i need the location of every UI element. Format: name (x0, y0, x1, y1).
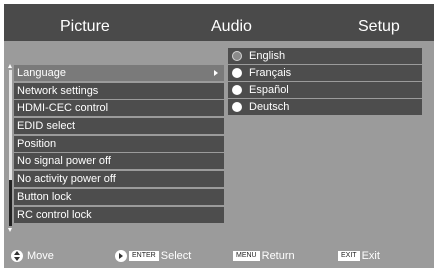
scroll-down-icon[interactable] (8, 228, 12, 232)
menu-item-rc-control-lock[interactable]: RC control lock (14, 206, 224, 223)
exit-hint: EXIT Exit (338, 245, 380, 267)
menu-item-position[interactable]: Position (14, 135, 224, 152)
menu-item-no-signal-power-off[interactable]: No signal power off (14, 153, 224, 170)
enter-icon (115, 250, 127, 263)
menu-item-button-lock[interactable]: Button lock (14, 188, 224, 205)
enter-key-icon: ENTER (129, 251, 159, 262)
radio-icon (232, 85, 242, 95)
tab-picture[interactable]: Picture (60, 17, 110, 37)
menu-item-label: Position (17, 137, 57, 150)
menu-item-label: No activity power off (17, 173, 116, 186)
top-menu-bar: Picture Audio Setup (4, 4, 434, 41)
language-label: Deutsch (249, 101, 290, 113)
menu-item-label: HDMI-CEC control (17, 102, 109, 115)
scroll-thumb[interactable] (9, 180, 12, 226)
language-label: English (249, 50, 286, 62)
move-label: Move (27, 250, 54, 263)
menu-item-label: RC control lock (17, 208, 92, 221)
language-option-francais[interactable]: Français (228, 65, 422, 81)
tab-setup[interactable]: Setup (358, 17, 400, 37)
setup-menu: Language Network settings HDMI-CEC contr… (14, 65, 224, 224)
menu-item-label: Network settings (17, 84, 99, 97)
return-label: Return (261, 250, 295, 263)
tab-audio[interactable]: Audio (211, 17, 252, 37)
navigation-arrows-icon (11, 250, 23, 263)
menu-item-hdmi-cec-control[interactable]: HDMI-CEC control (14, 100, 224, 117)
move-hint: Move (11, 245, 54, 267)
menu-item-label: EDID select (17, 120, 76, 133)
menu-item-label: Language (17, 67, 66, 79)
menu-item-label: Button lock (17, 190, 72, 203)
language-option-deutsch[interactable]: Deutsch (228, 99, 422, 115)
menu-item-label: No signal power off (17, 155, 111, 168)
language-label: Français (249, 67, 292, 79)
language-option-espanol[interactable]: Español (228, 82, 422, 98)
language-submenu: English Français Español Deutsch (228, 48, 422, 116)
radio-icon (232, 68, 242, 78)
menu-scrollbar[interactable] (8, 64, 12, 232)
radio-selected-icon (232, 51, 242, 61)
select-hint: ENTER Select (115, 245, 191, 267)
exit-label: Exit (361, 250, 380, 263)
menu-item-edid-select[interactable]: EDID select (14, 118, 224, 135)
language-label: Español (249, 84, 289, 96)
return-hint: MENU Return (233, 245, 295, 267)
menu-item-language[interactable]: Language (14, 65, 224, 81)
menu-item-network-settings[interactable]: Network settings (14, 82, 224, 99)
radio-icon (232, 102, 242, 112)
menu-item-no-activity-power-off[interactable]: No activity power off (14, 171, 224, 188)
menu-icon: MENU (233, 251, 260, 262)
submenu-arrow-icon (214, 70, 218, 76)
scroll-up-icon[interactable] (8, 64, 12, 68)
button-hints-bar: Move ENTER Select MENU Return EXIT Exit (4, 245, 434, 267)
select-label: Select (160, 250, 192, 263)
exit-icon: EXIT (338, 251, 360, 262)
language-option-english[interactable]: English (228, 48, 422, 64)
tv-osd-screen: Picture Audio Setup Language Network set… (4, 4, 434, 268)
